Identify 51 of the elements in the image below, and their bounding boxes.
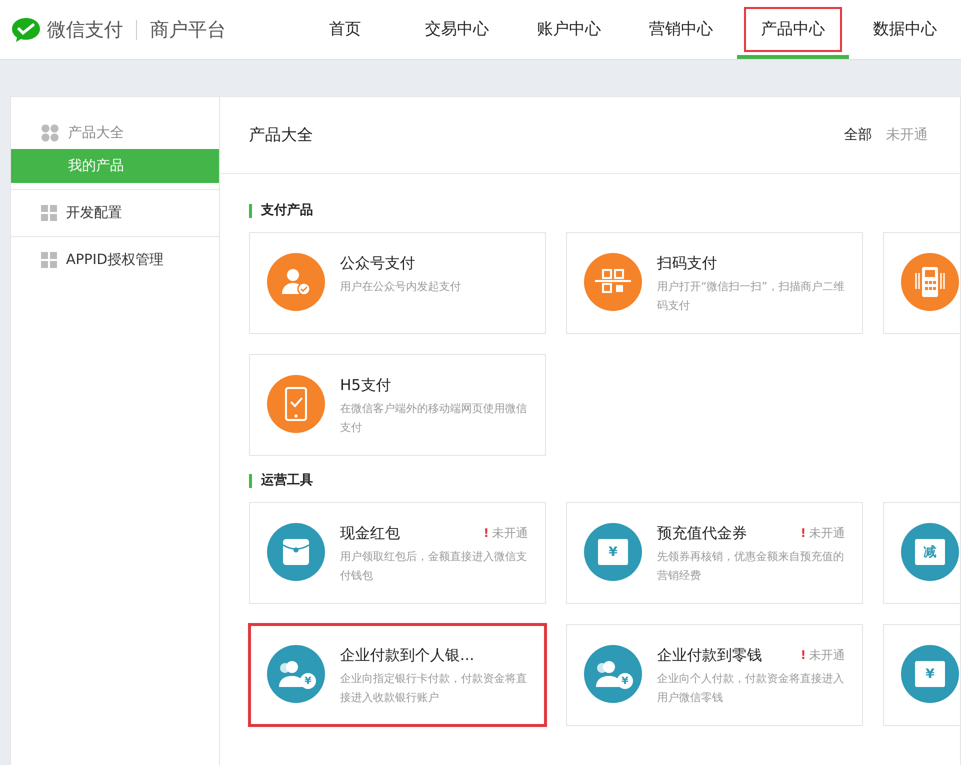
product-card[interactable]: ¥ 预充值代金券 ! 未开通 先领券再核销，优惠金额来自预充值的营销经费 xyxy=(566,502,863,604)
page-title: 产品大全 xyxy=(249,124,313,146)
nav-tab[interactable]: 数据中心 xyxy=(849,0,961,59)
nav-tab[interactable]: 产品中心 xyxy=(737,0,849,59)
voucher-icon: ¥ xyxy=(901,645,959,703)
product-title: 企业付款到零钱 xyxy=(657,646,762,664)
product-title: 现金红包 xyxy=(340,524,400,542)
section-title: 支付产品 xyxy=(249,204,960,218)
product-title: 企业付款到个人银... xyxy=(340,646,474,664)
dots-icon xyxy=(41,124,59,142)
warning-mark: ! xyxy=(484,526,489,540)
people-icon: ¥ xyxy=(584,645,642,703)
nav-tab[interactable]: 账户中心 xyxy=(513,0,625,59)
product-title: 公众号支付 xyxy=(340,254,415,272)
status-label: 未开通 xyxy=(809,524,845,542)
sidebar-item[interactable]: APPID授权管理 xyxy=(11,237,219,283)
product-title: 扫码支付 xyxy=(657,254,717,272)
product-title: H5支付 xyxy=(340,376,391,394)
product-card[interactable]: ¥ 企业付款到零钱 ! 未开通 企业向个人付款，付款资金将直接进入用户微信零钱 xyxy=(566,624,863,726)
logo-icon xyxy=(11,16,41,42)
product-description: 企业向个人付款，付款资金将直接进入用户微信零钱 xyxy=(657,671,845,706)
product-card[interactable]: 扫码支付 用户打开“微信扫一扫”，扫描商户二维码支付 xyxy=(566,232,863,334)
warning-mark: ! xyxy=(800,526,806,540)
product-description: 用户领取红包后，金额直接进入微信支付钱包 xyxy=(340,549,528,584)
warning-mark: ! xyxy=(800,648,806,662)
voucher-icon: 减 xyxy=(901,523,959,581)
status-label: 未开通 xyxy=(809,646,845,664)
product-card[interactable]: H5支付 在微信客户端外的移动端网页使用微信支付 xyxy=(249,354,546,456)
filter-tab[interactable]: 全部 xyxy=(844,126,872,144)
brand-name: 微信支付 xyxy=(47,18,123,42)
product-description: 先领券再核销，优惠金额来自预充值的营销经费 xyxy=(657,549,845,584)
people-icon: ¥ xyxy=(267,645,325,703)
grid-icon xyxy=(41,252,57,268)
nav-tab[interactable]: 首页 xyxy=(289,0,401,59)
product-description: 用户打开“微信扫一扫”，扫描商户二维码支付 xyxy=(657,279,845,314)
sidebar-item[interactable]: 开发配置 xyxy=(11,190,219,236)
grid-icon xyxy=(41,205,57,221)
nav-tab[interactable]: 营销中心 xyxy=(625,0,737,59)
voucher-icon: ¥ xyxy=(584,523,642,581)
product-card[interactable]: 现金红包 ! 未开通 用户领取红包后，金额直接进入微信支付钱包 xyxy=(249,502,546,604)
product-card[interactable]: ¥ 企业付款到个人银... 企业向指定银行卡付款，付款资金将直接进入收款银行账户 xyxy=(249,624,546,726)
status-label: 未开通 xyxy=(492,524,528,542)
platform-name: 商户平台 xyxy=(150,18,226,42)
section-title: 运营工具 xyxy=(249,474,960,488)
product-description: 企业向指定银行卡付款，付款资金将直接进入收款银行账户 xyxy=(340,671,528,706)
nav-tab[interactable]: 交易中心 xyxy=(401,0,513,59)
product-description: 在微信客户端外的移动端网页使用微信支付 xyxy=(340,401,528,436)
product-card[interactable]: 公众号支付 用户在公众号内发起支付 xyxy=(249,232,546,334)
product-description: 用户在公众号内发起支付 xyxy=(340,279,462,295)
product-title: 预充值代金券 xyxy=(657,524,747,542)
sidebar-item[interactable]: 产品大全 xyxy=(11,117,219,149)
